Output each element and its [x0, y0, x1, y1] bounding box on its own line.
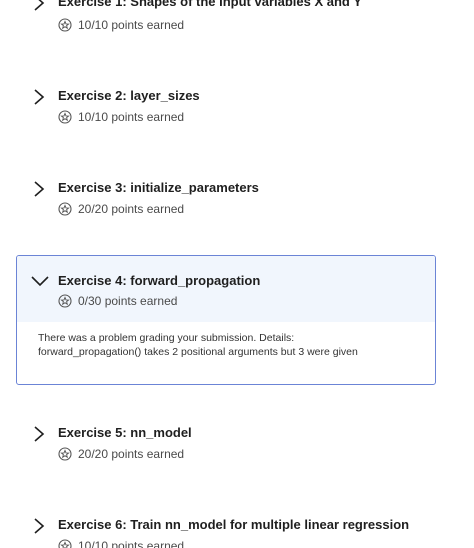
exercise-title[interactable]: Exercise 2: layer_sizes — [58, 88, 200, 103]
exercise-title[interactable]: Exercise 3: initialize_parameters — [58, 180, 259, 195]
grading-error-message: There was a problem grading your submiss… — [38, 331, 418, 359]
points-label: 0/30 points earned — [78, 294, 178, 308]
award-badge-icon — [58, 294, 72, 308]
exercise-title[interactable]: Exercise 6: Train nn_model for multiple … — [58, 517, 409, 532]
award-badge-icon — [58, 447, 72, 461]
error-line-2: forward_propagation() takes 2 positional… — [38, 346, 358, 358]
exercise-title[interactable]: Exercise 4: forward_propagation — [58, 273, 260, 288]
exercise-title[interactable]: Exercise 5: nn_model — [58, 425, 192, 440]
exercise-title[interactable]: Exercise 1: Shapes of the Input variable… — [58, 0, 362, 9]
points-label: 10/10 points earned — [78, 539, 185, 548]
error-line-1: There was a problem grading your submiss… — [38, 332, 295, 344]
award-badge-icon — [58, 539, 72, 548]
exercise-item-1[interactable]: Exercise 1: Shapes of the Input variable… — [0, 0, 474, 32]
exercise-item-6[interactable]: Exercise 6: Train nn_model for multiple … — [0, 515, 474, 548]
exercise-item-3[interactable]: Exercise 3: initialize_parameters 20/20 … — [0, 178, 474, 216]
exercise-item-2[interactable]: Exercise 2: layer_sizes 10/10 points ear… — [0, 86, 474, 124]
exercise-header[interactable]: Exercise 4: forward_propagation 0/30 poi… — [17, 256, 435, 322]
chevron-right-icon[interactable] — [30, 0, 48, 12]
chevron-right-icon[interactable] — [30, 180, 48, 198]
award-badge-icon — [58, 110, 72, 124]
points-label: 20/20 points earned — [78, 447, 185, 461]
award-badge-icon — [58, 202, 72, 216]
exercise-item-5[interactable]: Exercise 5: nn_model 20/20 points earned — [0, 423, 474, 461]
chevron-right-icon[interactable] — [30, 88, 48, 106]
exercise-item-4-expanded[interactable]: Exercise 4: forward_propagation 0/30 poi… — [16, 255, 436, 385]
chevron-down-icon[interactable] — [31, 272, 49, 290]
exercise-list: Exercise 1: Shapes of the Input variable… — [0, 0, 474, 548]
chevron-right-icon[interactable] — [30, 517, 48, 535]
chevron-right-icon[interactable] — [30, 425, 48, 443]
points-label: 10/10 points earned — [78, 110, 185, 124]
award-badge-icon — [58, 18, 72, 32]
points-label: 10/10 points earned — [78, 18, 185, 32]
points-label: 20/20 points earned — [78, 202, 185, 216]
